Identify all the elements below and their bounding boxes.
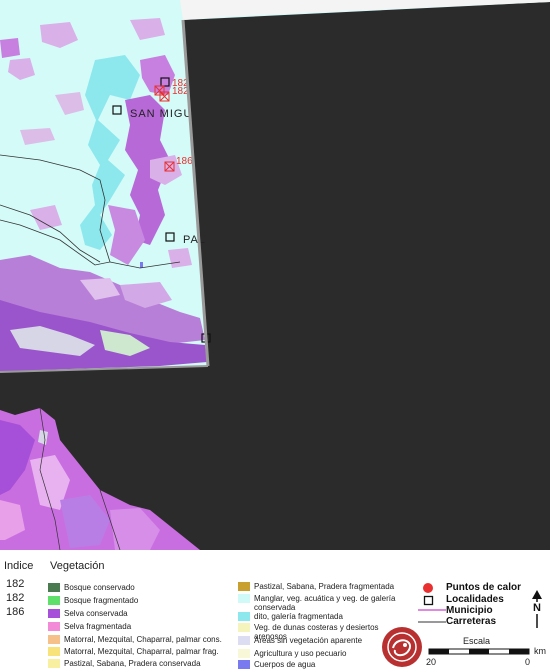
legend-swatch xyxy=(238,612,250,621)
legend-swatch xyxy=(238,623,250,632)
locality-label: SAN MIGU xyxy=(130,108,192,120)
legend-swatch xyxy=(48,609,60,618)
legend-swatch xyxy=(238,582,250,591)
map-figure: SAN MIGU PAL 182 182 186 Indice Vegetaci… xyxy=(0,0,550,670)
legend-swatch xyxy=(238,594,250,603)
legend-vegetation-header: Vegetación xyxy=(50,560,105,572)
legend-swatch xyxy=(238,636,250,645)
legend-index-value: 182 xyxy=(6,592,25,604)
fire-symbol-icon xyxy=(423,583,433,593)
legend-swatch xyxy=(48,622,60,631)
scale-right-value: 0 xyxy=(525,657,531,667)
legend-fire-label: Puntos de calor xyxy=(446,582,522,593)
legend-swatch xyxy=(238,660,250,669)
legend-index-header: Indice xyxy=(4,560,34,572)
legend-swatch xyxy=(48,596,60,605)
legend-swatch xyxy=(238,649,250,658)
legend-index-value: 182 xyxy=(6,578,25,590)
legend-swatch xyxy=(48,647,60,656)
legend-index-value: 186 xyxy=(6,606,25,618)
map-area: SAN MIGU PAL 182 182 186 xyxy=(0,0,550,550)
north-label: N xyxy=(532,602,542,614)
roads-line-icon xyxy=(418,621,446,623)
legend-swatch xyxy=(48,583,60,592)
scale-bar xyxy=(428,648,530,655)
legend-roads-label: Carreteras xyxy=(446,616,497,627)
scale-left-value: 20 xyxy=(426,657,437,667)
legend-swatch xyxy=(48,635,60,644)
fire-label: 186 xyxy=(176,156,193,167)
locality-label: PAL xyxy=(183,234,206,246)
scale-unit: km xyxy=(534,646,546,656)
institution-logo xyxy=(382,627,422,667)
legend-swatch xyxy=(48,659,60,668)
municipality-line-icon xyxy=(418,609,446,611)
legend-municipality-label: Municipio xyxy=(446,605,493,616)
legend-locality-label: Localidades xyxy=(446,594,504,605)
legend-panel: Indice Vegetación 182 182 186 Bosque con… xyxy=(0,550,550,670)
